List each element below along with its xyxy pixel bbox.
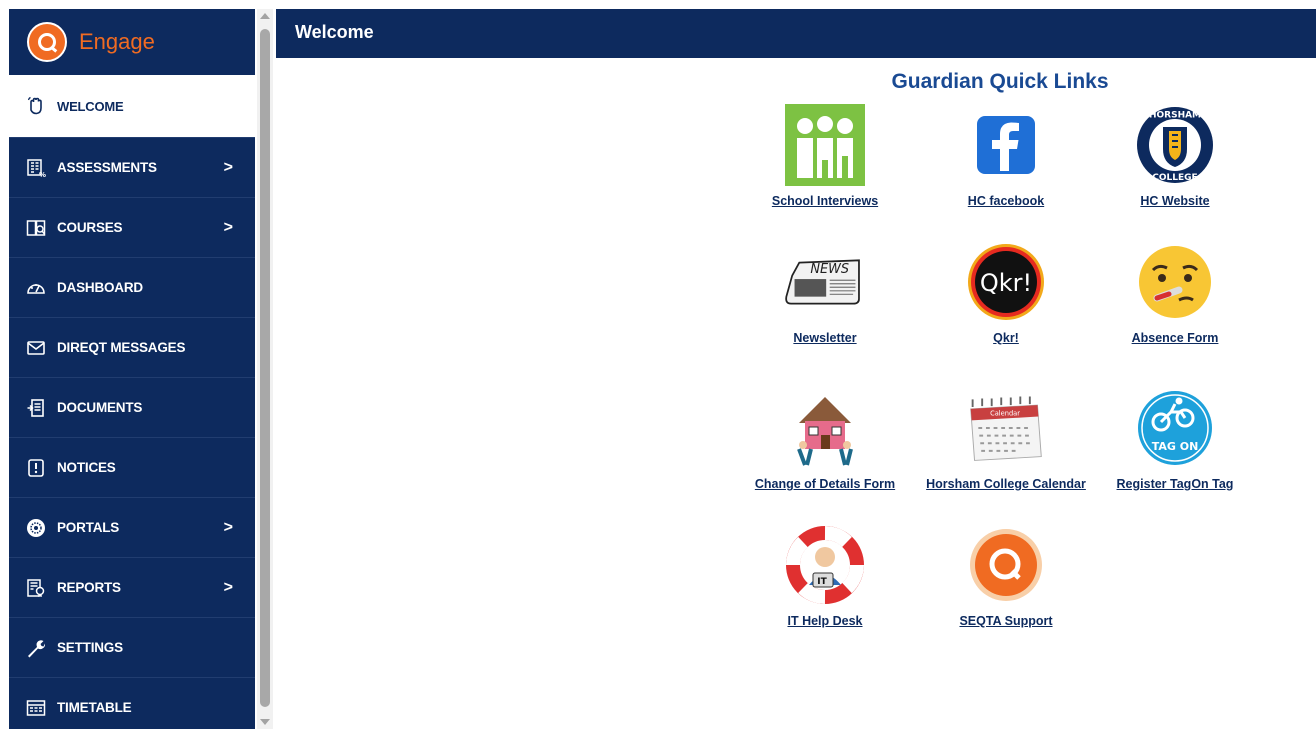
assessment-grid-icon: % bbox=[25, 157, 47, 179]
newspaper-masthead: NEWS bbox=[810, 262, 849, 277]
scroll-up-arrow-icon[interactable] bbox=[260, 13, 270, 19]
sidebar-scrollbar[interactable] bbox=[257, 9, 273, 729]
sidebar-item-label: PORTALS bbox=[57, 520, 120, 535]
sidebar-item-dashboard[interactable]: DASHBOARD bbox=[9, 257, 255, 317]
quick-link-seqta-support[interactable]: SEQTA Support bbox=[906, 524, 1106, 628]
quick-link-label[interactable]: Change of Details Form bbox=[725, 477, 925, 491]
calendar-header-text: Calendar bbox=[990, 410, 1020, 418]
sidebar-item-assessments[interactable]: % ASSESSMENTS > bbox=[9, 137, 255, 197]
sidebar-item-label: ASSESSMENTS bbox=[57, 160, 157, 175]
moving-house-icon bbox=[784, 387, 866, 469]
timetable-icon bbox=[25, 697, 47, 719]
portal-burst-icon bbox=[25, 517, 47, 539]
sidebar-item-welcome[interactable]: WELCOME bbox=[9, 75, 255, 137]
crest-bottom-text: COLLEGE bbox=[1152, 173, 1197, 183]
svg-text:%: % bbox=[39, 171, 46, 178]
report-icon bbox=[25, 577, 47, 599]
calendar-icon: Calendar bbox=[965, 387, 1047, 469]
quick-link-label[interactable]: SEQTA Support bbox=[906, 614, 1106, 628]
chevron-right-icon: > bbox=[223, 578, 233, 596]
app-logo[interactable]: Engage bbox=[9, 9, 255, 75]
sidebar-item-label: NOTICES bbox=[57, 460, 116, 475]
sidebar: Engage WELCOME % ASSESSMENTS > COURSES >… bbox=[9, 9, 255, 729]
facebook-icon bbox=[965, 104, 1047, 186]
sidebar-item-portals[interactable]: PORTALS > bbox=[9, 497, 255, 557]
qkr-icon: Qkr! bbox=[965, 241, 1047, 323]
quick-link-school-interviews[interactable]: School Interviews bbox=[725, 104, 925, 208]
quick-link-label[interactable]: HC Website bbox=[1075, 194, 1275, 208]
sick-face-icon bbox=[1134, 241, 1216, 323]
quick-link-absence-form[interactable]: Absence Form bbox=[1075, 241, 1275, 345]
school-interviews-icon bbox=[784, 104, 866, 186]
sidebar-item-label: WELCOME bbox=[57, 98, 124, 114]
gauge-icon bbox=[25, 277, 47, 299]
newspaper-icon: NEWS bbox=[784, 241, 866, 323]
hand-wave-icon bbox=[25, 95, 47, 117]
app-logo-text: Engage bbox=[79, 29, 155, 54]
sidebar-item-label: COURSES bbox=[57, 220, 123, 235]
book-icon bbox=[25, 217, 47, 239]
quick-link-label[interactable]: IT Help Desk bbox=[725, 614, 925, 628]
tagon-cyclist-icon: TAG ON bbox=[1134, 387, 1216, 469]
sidebar-item-reports[interactable]: REPORTS > bbox=[9, 557, 255, 617]
horsham-college-crest-icon: HORSHAM COLLEGE bbox=[1134, 104, 1216, 186]
quick-links-title: Guardian Quick Links bbox=[891, 70, 1109, 93]
seqta-logo-icon bbox=[965, 524, 1047, 606]
scrollbar-thumb[interactable] bbox=[260, 29, 270, 707]
quick-link-label[interactable]: Absence Form bbox=[1075, 331, 1275, 345]
sidebar-item-notices[interactable]: NOTICES bbox=[9, 437, 255, 497]
sidebar-item-label: DOCUMENTS bbox=[57, 400, 143, 415]
notice-icon bbox=[25, 457, 47, 479]
helpdesk-it-text: IT bbox=[817, 577, 827, 587]
crest-top-text: HORSHAM bbox=[1149, 111, 1201, 121]
sidebar-item-direqt-messages[interactable]: DIREQT MESSAGES bbox=[9, 317, 255, 377]
sidebar-item-label: DASHBOARD bbox=[57, 280, 143, 295]
sidebar-item-timetable[interactable]: TIMETABLE bbox=[9, 677, 255, 729]
envelope-icon bbox=[25, 337, 47, 359]
quick-link-hc-website[interactable]: HORSHAM COLLEGE HC Website bbox=[1075, 104, 1275, 208]
page-header: Welcome bbox=[276, 9, 1316, 58]
tagon-logo-text: TAG ON bbox=[1152, 440, 1199, 453]
qkr-logo-text: Qkr! bbox=[980, 269, 1032, 297]
quick-link-change-of-details[interactable]: Change of Details Form bbox=[725, 387, 925, 491]
wrench-icon bbox=[25, 637, 47, 659]
lifebuoy-support-icon: IT bbox=[784, 524, 866, 606]
document-icon bbox=[25, 397, 47, 419]
chevron-right-icon: > bbox=[223, 218, 233, 236]
quick-link-label[interactable]: School Interviews bbox=[725, 194, 925, 208]
chevron-right-icon: > bbox=[223, 158, 233, 176]
engage-logo-icon bbox=[27, 22, 67, 62]
quick-link-register-tagon[interactable]: TAG ON Register TagOn Tag bbox=[1075, 387, 1275, 491]
sidebar-item-settings[interactable]: SETTINGS bbox=[9, 617, 255, 677]
quick-link-newsletter[interactable]: NEWS Newsletter bbox=[725, 241, 925, 345]
sidebar-item-documents[interactable]: DOCUMENTS bbox=[9, 377, 255, 437]
sidebar-item-label: SETTINGS bbox=[57, 640, 123, 655]
quick-link-label[interactable]: Register TagOn Tag bbox=[1075, 477, 1275, 491]
sidebar-item-label: DIREQT MESSAGES bbox=[57, 340, 186, 355]
quick-link-label[interactable]: Newsletter bbox=[725, 331, 925, 345]
page-title: Welcome bbox=[295, 22, 374, 42]
scroll-down-arrow-icon[interactable] bbox=[260, 719, 270, 725]
quick-link-it-help-desk[interactable]: IT IT Help Desk bbox=[725, 524, 925, 628]
sidebar-item-courses[interactable]: COURSES > bbox=[9, 197, 255, 257]
sidebar-item-label: TIMETABLE bbox=[57, 700, 132, 715]
chevron-right-icon: > bbox=[223, 518, 233, 536]
sidebar-item-label: REPORTS bbox=[57, 580, 121, 595]
